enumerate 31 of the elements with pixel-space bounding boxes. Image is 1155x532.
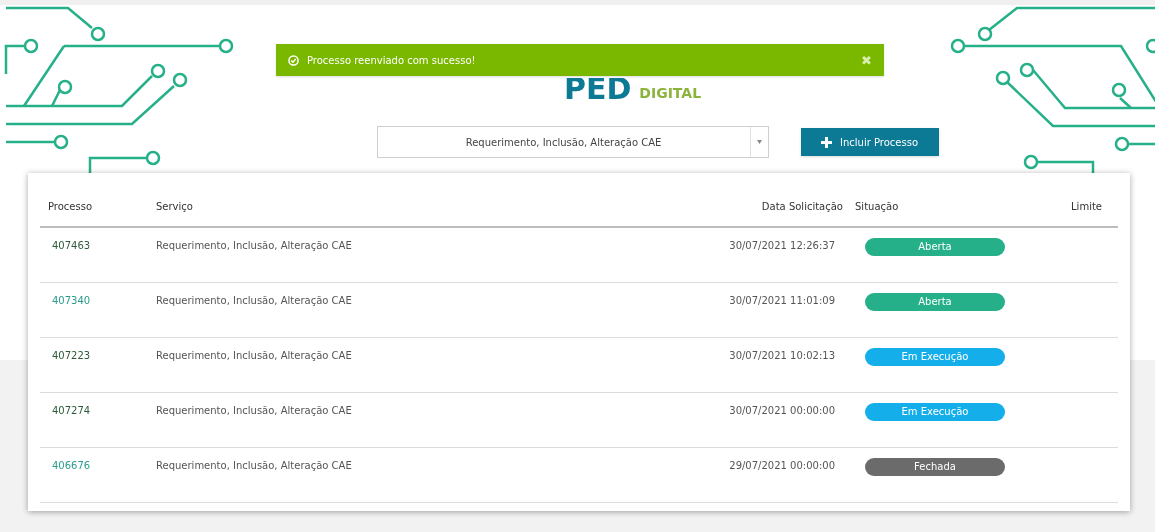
service-cell-text: Requerimento, Inclusão, Alteração CAE	[155, 294, 353, 308]
add-process-button[interactable]: Incluir Processo	[800, 128, 939, 156]
column-header: Limite	[1070, 200, 1103, 214]
column-header: Situação	[854, 200, 900, 214]
process-link[interactable]: 406676	[40, 458, 148, 473]
status-badge: Em Execução	[865, 403, 1005, 421]
status-badge: Fechada	[865, 458, 1005, 476]
logo-subtitle: DIGITAL	[639, 86, 702, 100]
service-cell-text: Requerimento, Inclusão, Alteração CAE	[155, 239, 353, 253]
process-link[interactable]: 407463	[40, 238, 148, 253]
date-cell-text: 29/07/2021 00:00:00	[728, 459, 836, 473]
service-cell-text: Requerimento, Inclusão, Alteração CAE	[155, 459, 353, 473]
status-badge: Aberta	[865, 238, 1005, 256]
service-cell-text: Requerimento, Inclusão, Alteração CAE	[155, 404, 353, 418]
plus-icon	[821, 136, 832, 148]
date-cell-text: 30/07/2021 12:26:37	[728, 239, 836, 253]
column-header: Processo	[47, 200, 94, 214]
date-cell-text: 30/07/2021 10:02:13	[728, 349, 836, 363]
service-select[interactable]: Requerimento, Inclusão, Alteração CAE	[376, 126, 769, 158]
service-cell-text: Requerimento, Inclusão, Alteração CAE	[155, 349, 353, 363]
column-header: Data Solicitação	[760, 200, 844, 214]
date-cell-text: 30/07/2021 11:01:09	[728, 294, 836, 308]
status-badge: Aberta	[865, 293, 1005, 311]
process-link[interactable]: 407223	[40, 348, 148, 363]
process-link[interactable]: 407274	[40, 403, 148, 418]
status-badge: Em Execução	[865, 348, 1005, 366]
check-circle-icon	[288, 54, 299, 66]
toast-message: Processo reenviado com sucesso!	[307, 53, 477, 68]
caret-icon	[756, 140, 762, 144]
column-header: Serviço	[155, 200, 194, 214]
date-cell-text: 30/07/2021 00:00:00	[728, 404, 836, 418]
